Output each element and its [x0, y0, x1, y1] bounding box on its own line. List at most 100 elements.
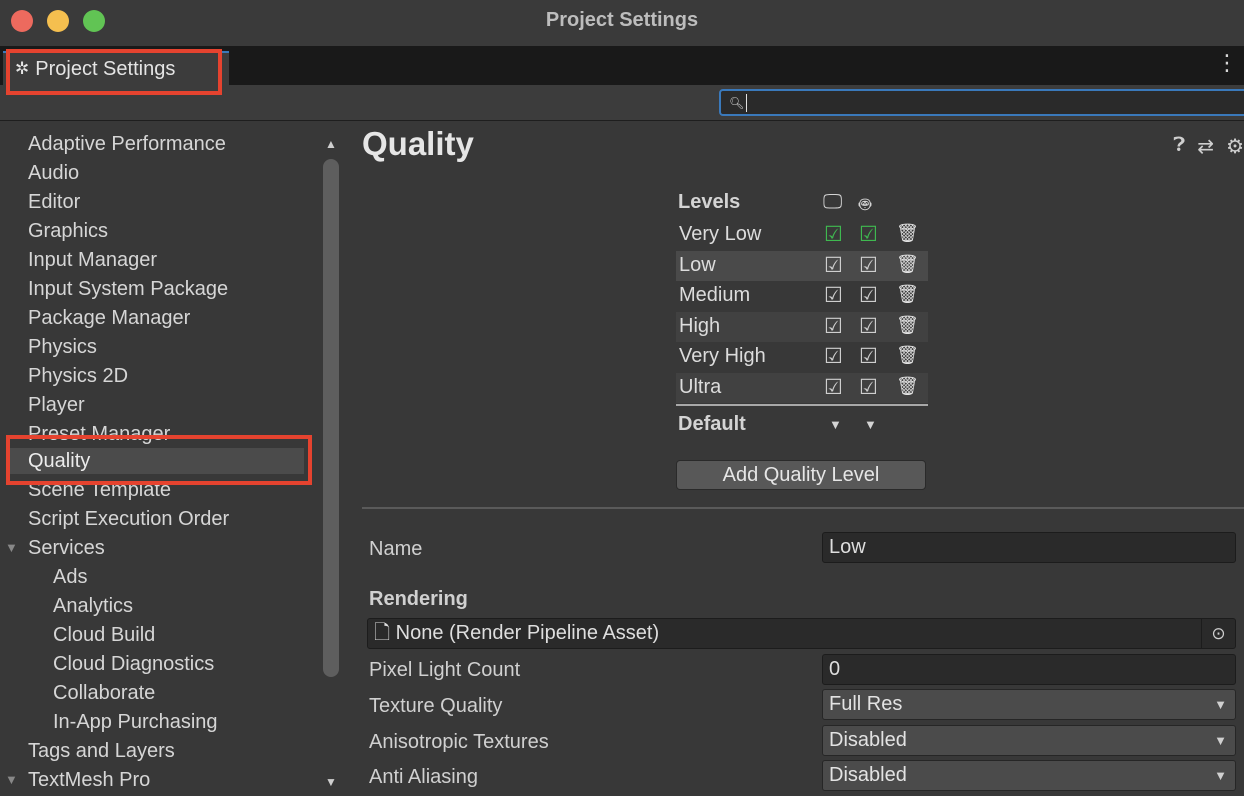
sidebar-item-script-execution-order[interactable]: Script Execution Order	[28, 506, 229, 532]
android-checkbox[interactable]: ☑	[859, 283, 878, 308]
sidebar-item-cloud-build[interactable]: Cloud Build	[53, 622, 155, 648]
name-label: Name	[369, 538, 423, 560]
quality-level-row[interactable]: Very High ☑ ☑ 🗑︎	[676, 342, 928, 372]
level-name: Low	[679, 254, 716, 276]
anisotropic-textures-dropdown[interactable]: Disabled ▼	[822, 725, 1236, 756]
sidebar-item-collaborate[interactable]: Collaborate	[53, 680, 155, 706]
window-title: Project Settings	[545, 9, 699, 31]
texture-quality-value: Full Res	[829, 693, 903, 715]
desktop-checkbox[interactable]: ☑	[824, 222, 843, 247]
section-divider	[362, 507, 1244, 509]
quality-level-row[interactable]: High ☑ ☑ 🗑︎	[676, 312, 928, 342]
desktop-checkbox[interactable]: ☑	[824, 344, 843, 369]
sidebar-item-input-system-package[interactable]: Input System Package	[28, 276, 228, 302]
quality-level-row[interactable]: Ultra ☑ ☑ 🗑︎	[676, 373, 928, 403]
default-label: Default	[678, 413, 746, 435]
render-pipeline-asset-value: None (Render Pipeline Asset)	[395, 622, 660, 644]
header-icons: ❓︎ ⇄ ⚙	[1173, 134, 1244, 159]
sidebar-item-adaptive-performance[interactable]: Adaptive Performance	[28, 131, 226, 157]
sidebar-item-graphics[interactable]: Graphics	[28, 218, 108, 244]
quality-level-row[interactable]: Very Low ☑ ☑ 🗑︎	[676, 220, 928, 250]
sidebar-item-services[interactable]: Services	[28, 535, 105, 561]
texture-quality-label: Texture Quality	[369, 695, 503, 717]
sidebar-item-input-manager[interactable]: Input Manager	[28, 247, 157, 273]
preset-sliders-icon[interactable]: ⇄	[1197, 134, 1214, 159]
rendering-header: Rendering	[369, 588, 468, 610]
desktop-checkbox[interactable]: ☑	[824, 314, 843, 339]
level-name: High	[679, 315, 721, 337]
quality-panel: Quality ❓︎ ⇄ ⚙ Levels 🖵 🤖︎ Very Low ☑ ☑ …	[345, 121, 1244, 796]
android-checkbox[interactable]: ☑	[859, 314, 878, 339]
desktop-checkbox[interactable]: ☑	[824, 253, 843, 278]
trash-icon[interactable]: 🗑︎	[896, 315, 919, 336]
help-icon[interactable]: ❓︎	[1173, 134, 1185, 159]
android-checkbox[interactable]: ☑	[859, 222, 878, 247]
chevron-down-icon[interactable]: ▼	[5, 767, 18, 793]
object-picker-icon[interactable]: ⊙	[1201, 619, 1235, 648]
anti-aliasing-dropdown[interactable]: Disabled ▼	[822, 760, 1236, 791]
sidebar-item-player[interactable]: Player	[28, 392, 85, 418]
desktop-checkbox[interactable]: ☑	[824, 283, 843, 308]
trash-icon[interactable]: 🗑︎	[896, 376, 919, 397]
sidebar-item-ads[interactable]: Ads	[53, 564, 87, 590]
highlight-box-quality	[6, 435, 312, 485]
chevron-down-icon[interactable]: ▼	[5, 535, 18, 561]
android-checkbox[interactable]: ☑	[859, 253, 878, 278]
desktop-icon: 🖵	[823, 191, 843, 213]
trash-icon[interactable]: 🗑︎	[896, 284, 919, 305]
chevron-down-icon: ▼	[1214, 768, 1227, 783]
level-name: Ultra	[679, 376, 722, 398]
trash-icon[interactable]: 🗑︎	[896, 345, 919, 366]
texture-quality-dropdown[interactable]: Full Res ▼	[822, 689, 1236, 720]
quality-level-row[interactable]: Medium ☑ ☑ 🗑︎	[676, 281, 928, 311]
search-field[interactable]: 🔍︎	[719, 89, 1244, 116]
chevron-down-icon: ▼	[1214, 733, 1227, 748]
level-name: Medium	[679, 284, 751, 306]
android-checkbox[interactable]: ☑	[859, 344, 878, 369]
quality-level-row[interactable]: Low ☑ ☑ 🗑︎	[676, 251, 928, 281]
search-icon: 🔍︎	[729, 95, 745, 110]
sidebar-item-physics[interactable]: Physics	[28, 334, 97, 360]
sidebar-item-physics-2d[interactable]: Physics 2D	[28, 363, 128, 389]
page-title: Quality	[362, 125, 474, 162]
sidebar-item-package-manager[interactable]: Package Manager	[28, 305, 190, 331]
sidebar-item-textmesh-pro[interactable]: TextMesh Pro	[28, 767, 150, 793]
sidebar-item-tags-and-layers[interactable]: Tags and Layers	[28, 738, 175, 764]
trash-icon[interactable]: 🗑︎	[896, 223, 919, 244]
name-field[interactable]: Low	[822, 532, 1236, 563]
levels-divider	[676, 404, 928, 406]
desktop-default-dropdown-icon[interactable]: ▼	[829, 417, 842, 432]
add-quality-level-button[interactable]: Add Quality Level	[676, 460, 926, 490]
more-options-icon[interactable]: ⋮	[1216, 50, 1238, 76]
level-name: Very High	[679, 345, 766, 367]
scrollbar-thumb[interactable]	[323, 159, 339, 677]
pixel-light-count-label: Pixel Light Count	[369, 659, 521, 681]
sidebar-item-in-app-purchasing[interactable]: In-App Purchasing	[53, 709, 218, 735]
chevron-down-icon: ▼	[1214, 697, 1227, 712]
sidebar-item-editor[interactable]: Editor	[28, 189, 80, 215]
gear-icon[interactable]: ⚙	[1226, 134, 1244, 159]
android-default-dropdown-icon[interactable]: ▼	[864, 417, 877, 432]
android-checkbox[interactable]: ☑	[859, 375, 878, 400]
sidebar-scrollbar[interactable]: ▲ ▼	[320, 121, 342, 796]
window-titlebar: Project Settings	[0, 0, 1244, 46]
sidebar-item-cloud-diagnostics[interactable]: Cloud Diagnostics	[53, 651, 214, 677]
sidebar-item-analytics[interactable]: Analytics	[53, 593, 133, 619]
sidebar-item-audio[interactable]: Audio	[28, 160, 79, 186]
render-pipeline-asset-field[interactable]: 🗋 None (Render Pipeline Asset) ⊙	[367, 618, 1236, 649]
anisotropic-textures-label: Anisotropic Textures	[369, 731, 549, 753]
android-icon: 🤖︎	[859, 194, 871, 216]
scroll-down-arrow-icon[interactable]: ▼	[325, 775, 337, 789]
document-icon: 🗋	[374, 622, 391, 644]
levels-header: Levels	[678, 191, 741, 213]
text-caret	[746, 93, 748, 112]
desktop-checkbox[interactable]: ☑	[824, 375, 843, 400]
highlight-box-tab	[6, 49, 222, 95]
trash-icon[interactable]: 🗑︎	[896, 254, 919, 275]
anti-aliasing-label: Anti Aliasing	[369, 766, 478, 788]
scroll-up-arrow-icon[interactable]: ▲	[325, 137, 337, 151]
level-name: Very Low	[679, 223, 762, 245]
anti-aliasing-value: Disabled	[829, 764, 907, 786]
pixel-light-count-field[interactable]: 0	[822, 654, 1236, 685]
anisotropic-textures-value: Disabled	[829, 729, 907, 751]
